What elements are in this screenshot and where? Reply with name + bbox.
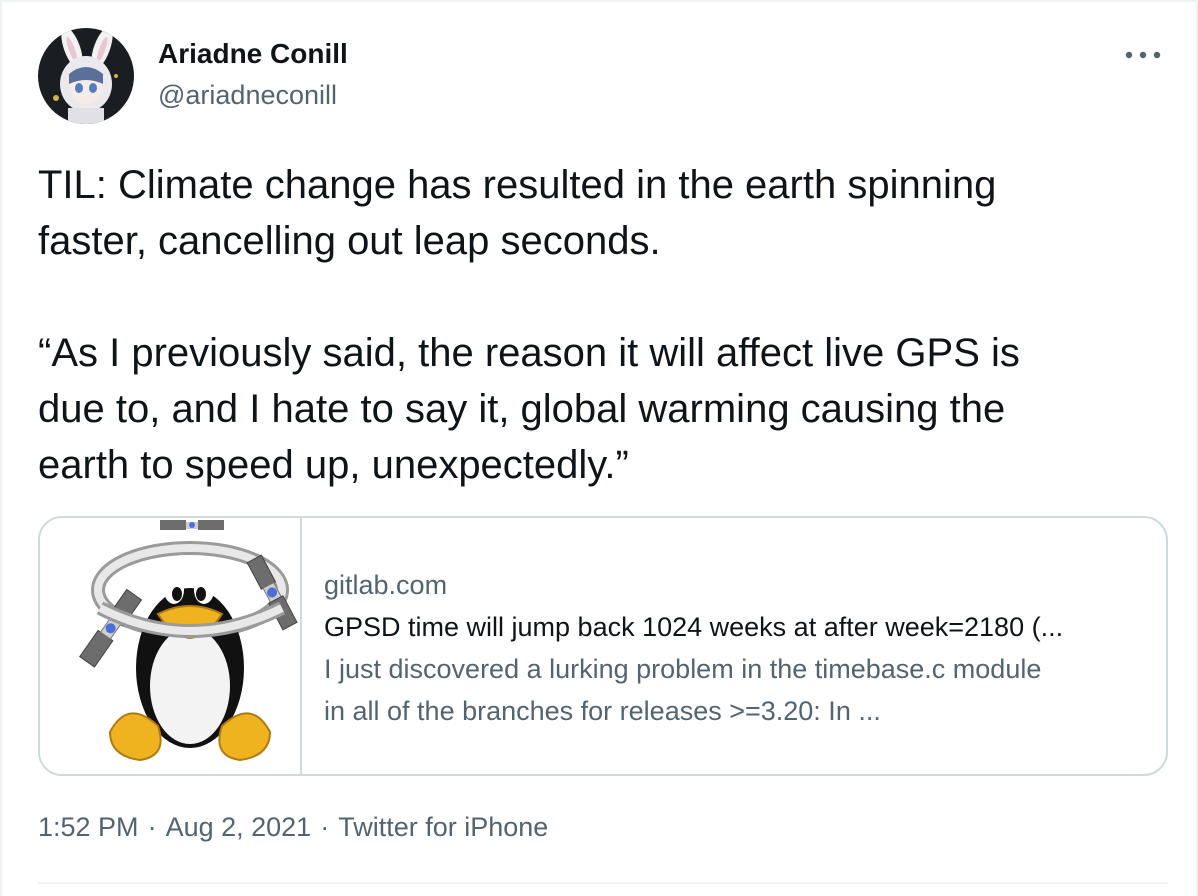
divider [38,882,1168,884]
link-card-thumbnail [40,518,302,774]
tweet-text-line: TIL: Climate change has resulted in the … [38,163,997,207]
avatar-bunny-girl-icon [38,28,134,124]
tweet-timestamp-date[interactable]: Aug 2, 2021 [166,812,312,843]
link-card-body: gitlab.com GPSD time will jump back 1024… [324,564,1144,732]
link-preview-card[interactable]: gitlab.com GPSD time will jump back 1024… [38,516,1168,776]
tweet-quote-line: “As I previously said, the reason it wil… [38,331,1020,375]
author-handle[interactable]: @ariadneconill [158,80,337,111]
meta-separator: · [147,812,157,842]
tweet-source-link[interactable]: Twitter for iPhone [338,812,548,843]
avatar[interactable] [38,28,134,124]
frame-border-top [0,0,1198,2]
link-card-domain: gitlab.com [324,570,448,600]
tweet-quote-line: due to, and I hate to say it, global war… [38,387,1006,431]
tweet-timestamp-time[interactable]: 1:52 PM [38,812,139,843]
more-dots-icon [1125,51,1161,59]
tux-gps-satellite-icon [79,520,298,762]
tweet-text: TIL: Climate change has resulted in the … [38,157,1178,493]
author-name[interactable]: Ariadne Conill [158,38,348,70]
tweet-metadata: 1:52 PM · Aug 2, 2021 · Twitter for iPho… [38,812,548,843]
frame-border-left [0,0,2,896]
tweet-quote-line: earth to speed up, unexpectedly.” [38,443,629,487]
tweet-detail: Ariadne Conill @ariadneconill TIL: Clima… [0,0,1198,896]
link-card-description: I just discovered a lurking problem in t… [324,648,1144,732]
link-card-title: GPSD time will jump back 1024 weeks at a… [324,612,1064,642]
more-options-button[interactable] [1118,38,1168,72]
link-card-description-line: in all of the branches for releases >=3.… [324,696,881,726]
tweet-text-line: faster, cancelling out leap seconds. [38,219,661,263]
link-card-description-line: I just discovered a lurking problem in t… [324,654,1042,684]
meta-separator: · [320,812,330,842]
